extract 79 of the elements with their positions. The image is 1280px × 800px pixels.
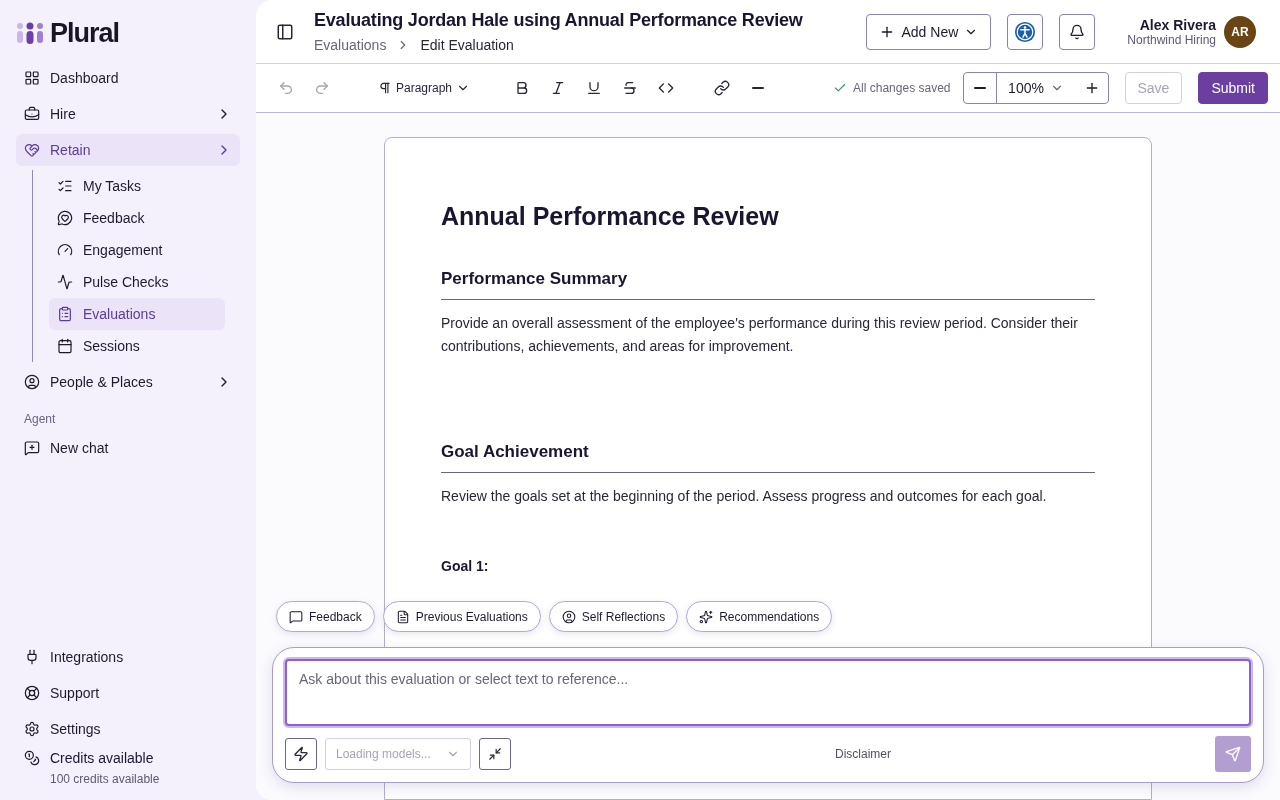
- user-circle-icon: [561, 609, 576, 624]
- sidebar-item[interactable]: Hire: [16, 98, 240, 130]
- credits-count: 100 credits available: [49, 772, 161, 786]
- grid-icon: [24, 70, 40, 86]
- bell-icon: [1069, 23, 1086, 40]
- checklist-icon: [57, 178, 73, 194]
- pilcrow-icon: [378, 81, 392, 95]
- logo-icon: [16, 21, 44, 45]
- lightning-icon: [293, 746, 309, 762]
- credits-label: Credits available: [50, 750, 154, 766]
- suggestion-chip[interactable]: Recommendations: [686, 601, 833, 632]
- collapse-button[interactable]: [479, 738, 511, 770]
- sidebar-icon: [276, 22, 294, 41]
- sidebar-item[interactable]: New chat: [16, 432, 240, 464]
- link-icon: [714, 80, 731, 96]
- accessibility-icon: [1014, 20, 1037, 43]
- breadcrumb-link[interactable]: Edit Evaluation: [420, 37, 514, 53]
- user-circle-icon: [24, 374, 40, 390]
- sidebar-item[interactable]: Dashboard: [16, 62, 240, 94]
- disclaimer-link[interactable]: Disclaimer: [519, 747, 1207, 761]
- sidebar-subitem[interactable]: Pulse Checks: [49, 266, 225, 298]
- sidebar-item[interactable]: People & Places: [16, 366, 240, 398]
- chat-heart-icon: [57, 210, 73, 226]
- minus-icon: [752, 87, 765, 89]
- suggestion-chip[interactable]: Previous Evaluations: [382, 601, 541, 632]
- sidebar-subitem[interactable]: Feedback: [49, 202, 225, 234]
- send-icon: [1225, 746, 1241, 762]
- coins-icon: [24, 750, 40, 766]
- check-icon: [833, 81, 848, 95]
- suggestion-chip[interactable]: Feedback: [276, 601, 375, 632]
- block-style-dropdown[interactable]: Paragraph: [372, 77, 477, 99]
- code-icon: [658, 80, 675, 96]
- section-label: Agent: [23, 411, 57, 428]
- section-text: Review the goals set at the beginning of the period. Assess progress and outcomes for each goal.: [441, 487, 1048, 506]
- notifications-button[interactable]: [1059, 13, 1096, 50]
- speech-bubble-icon: [289, 609, 303, 624]
- settings-icon: [24, 721, 40, 737]
- sidebar-item[interactable]: Settings: [16, 714, 240, 744]
- calendar-icon: [57, 338, 73, 354]
- collapse-icon: [488, 747, 502, 761]
- sidebar-subitem[interactable]: Sessions: [49, 330, 225, 362]
- user-avatar[interactable]: AR: [1224, 15, 1256, 48]
- suggestion-chip[interactable]: Self Reflections: [548, 601, 679, 632]
- section-heading: Performance Summary: [441, 269, 1095, 300]
- section-heading: Goal Achievement: [441, 442, 1095, 473]
- chat-plus-icon: [24, 440, 40, 456]
- clipboard-icon: [57, 306, 73, 322]
- gauge-icon: [57, 242, 73, 258]
- add-new-button[interactable]: Add New: [866, 13, 992, 50]
- breadcrumb-link[interactable]: Evaluations: [314, 37, 387, 53]
- undo-icon: [278, 80, 294, 96]
- strikethrough-icon: [622, 80, 639, 96]
- page-title: Evaluating Jordan Hale using Annual Performance Review: [314, 10, 804, 31]
- accessibility-button[interactable]: [1007, 13, 1044, 50]
- user-org: Northwind Hiring: [1127, 32, 1216, 47]
- sidebar-subitem[interactable]: Engagement: [49, 234, 225, 266]
- section-text: Provide an overall assessment of the employee's performance during this review period. Consider their contributions, achievements, and areas for improvement.: [441, 314, 1079, 356]
- chat-input[interactable]: Ask about this evaluation or select text to reference...: [285, 659, 1251, 726]
- goal-label: Goal 1:: [441, 558, 490, 574]
- sidebar-item[interactable]: Support: [16, 678, 240, 708]
- minus-icon: [973, 87, 986, 89]
- underline-icon: [586, 80, 603, 96]
- sidebar-subitem[interactable]: Evaluations: [49, 298, 225, 330]
- pulse-icon: [57, 274, 73, 290]
- document-title: Annual Performance Review: [441, 202, 780, 231]
- sidebar-item[interactable]: Integrations: [16, 642, 240, 672]
- app-logo: Plural: [50, 17, 120, 49]
- sidebar-item[interactable]: Retain: [16, 134, 240, 166]
- lightning-button[interactable]: [285, 738, 317, 770]
- submit-button[interactable]: Submit: [1198, 72, 1268, 104]
- sidebar-subitem[interactable]: My Tasks: [49, 170, 225, 202]
- plug-icon: [24, 649, 40, 665]
- redo-icon: [314, 80, 330, 96]
- briefcase-icon: [24, 106, 40, 122]
- save-status: All changes saved: [853, 81, 951, 95]
- sparkles-icon: [699, 609, 714, 624]
- lifebuoy-icon: [24, 685, 40, 701]
- document-icon: [395, 609, 410, 624]
- user-name: Alex Rivera: [1139, 16, 1216, 33]
